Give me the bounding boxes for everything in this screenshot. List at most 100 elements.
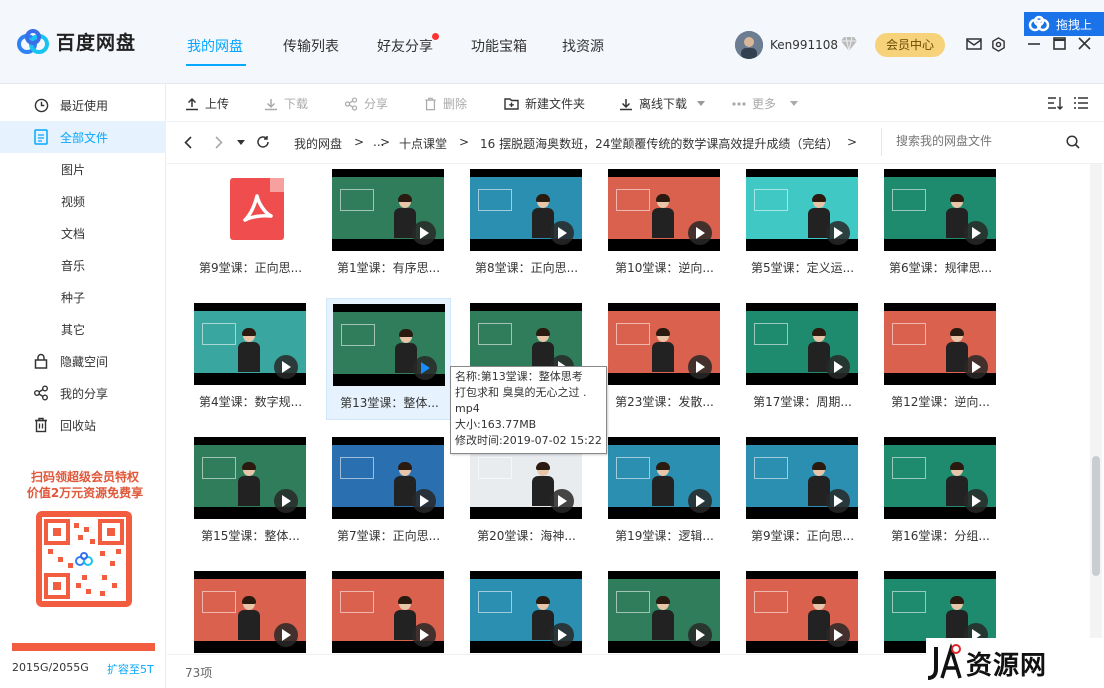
breadcrumb-current[interactable]: 16 摆脱题海奥数班，24堂颠覆传统的数学课高效提升成绩（完结） [480,135,838,152]
play-icon[interactable] [274,489,298,513]
file-item[interactable]: 第1堂课：有序思... [326,164,451,286]
sidebar-item-videos[interactable]: 视频 [0,185,166,217]
file-item[interactable] [464,566,589,654]
play-icon[interactable] [550,221,574,245]
file-item[interactable]: 第8堂课：正向思... [464,164,589,286]
play-icon[interactable] [688,355,712,379]
sidebar-item-other[interactable]: 其它 [0,313,166,345]
file-item[interactable]: 第19堂课：逻辑... [602,432,727,554]
play-icon[interactable] [688,623,712,647]
share-icon [32,384,50,402]
offline-download-button[interactable]: 离线下载 [619,95,706,112]
sidebar-item-recent[interactable]: 最近使用 [0,89,166,121]
video-thumbnail [333,304,445,386]
file-item[interactable]: 第16堂课：分组... [878,432,1003,554]
file-item[interactable] [326,566,451,654]
file-name: 第20堂课：海神... [477,529,576,543]
delete-button[interactable]: 删除 [424,95,467,112]
forward-arrow-icon[interactable] [215,136,223,149]
sidebar-item-my-share[interactable]: 我的分享 [0,377,166,409]
file-item[interactable]: 第13堂课：整体... [326,298,451,420]
baidu-netdisk-logo-icon [17,28,49,54]
history-dropdown-icon[interactable] [237,140,245,146]
sidebar-item-hidden-space[interactable]: 隐藏空间 [0,345,166,377]
sidebar-item-recycle-bin[interactable]: 回收站 [0,409,166,441]
file-item[interactable]: 第7堂课：正向思... [326,432,451,554]
play-icon[interactable] [274,355,298,379]
sidebar-item-torrents[interactable]: 种子 [0,281,166,313]
refresh-icon[interactable] [256,135,270,149]
more-button[interactable]: 更多 [732,95,799,112]
play-icon[interactable] [274,623,298,647]
promo-qr-code[interactable] [36,511,132,607]
tab-transfer-list[interactable]: 传输列表 [283,36,339,56]
search-icon[interactable] [1066,135,1080,149]
sidebar-item-docs[interactable]: 文档 [0,217,166,249]
file-item[interactable]: 第10堂课：逆向... [602,164,727,286]
drag-upload-label: 拖拽上 [1056,17,1093,32]
search-input[interactable] [896,134,1056,148]
new-folder-button[interactable]: 新建文件夹 [504,95,585,112]
download-button[interactable]: 下载 [264,95,308,112]
avatar[interactable] [735,31,763,59]
promo-text[interactable]: 扫码领超级会员特权 价值2万元资源免费享 [20,469,150,501]
play-icon[interactable] [964,221,988,245]
tab-friend-share[interactable]: 好友分享 [377,36,433,56]
breadcrumb-root[interactable]: 我的网盘 [294,135,342,152]
tab-find-resources[interactable]: 找资源 [562,36,604,56]
file-item[interactable] [188,566,313,654]
minimize-icon[interactable] [1027,39,1041,49]
file-item[interactable]: 第9堂课：正向思... [740,432,865,554]
play-icon[interactable] [826,623,850,647]
play-icon[interactable] [826,221,850,245]
play-icon[interactable] [964,355,988,379]
file-item[interactable]: 第9堂课：正向思... [188,164,313,286]
file-item[interactable] [602,566,727,654]
file-item[interactable] [740,566,865,654]
upload-button[interactable]: 上传 [185,95,229,112]
vip-center-button[interactable]: 会员中心 [875,33,945,57]
share-button[interactable]: 分享 [344,95,388,112]
play-icon[interactable] [688,221,712,245]
list-view-icon[interactable] [1074,96,1088,110]
play-icon[interactable] [412,221,436,245]
play-icon[interactable] [550,489,574,513]
play-icon[interactable] [688,489,712,513]
drag-upload-button[interactable]: 拖拽上 [1024,12,1104,36]
close-icon[interactable] [1078,37,1091,50]
username[interactable]: Ken991108 [770,38,838,52]
breadcrumb-folder[interactable]: 十点课堂 [399,135,447,152]
file-item[interactable]: 第6堂课：规律思... [878,164,1003,286]
play-icon[interactable] [826,355,850,379]
diamond-icon[interactable] [840,36,858,52]
tab-toolbox[interactable]: 功能宝箱 [471,36,527,56]
settings-icon[interactable] [991,37,1006,52]
sidebar-item-images[interactable]: 图片 [0,153,166,185]
play-icon[interactable] [826,489,850,513]
play-icon[interactable] [550,623,574,647]
mail-icon[interactable] [966,37,982,51]
scrollbar-thumb[interactable] [1092,456,1100,576]
sort-icon[interactable] [1047,96,1063,110]
scrollbar[interactable] [1090,164,1102,654]
file-item[interactable]: 第5堂课：定义运... [740,164,865,286]
play-icon[interactable] [412,623,436,647]
tab-my-netdisk[interactable]: 我的网盘 [187,36,243,56]
file-item[interactable]: 第4堂课：数字规... [188,298,313,420]
file-item[interactable]: 第15堂课：整体... [188,432,313,554]
file-item[interactable]: 第12堂课：逆向... [878,298,1003,420]
share-label: 分享 [364,97,389,111]
play-icon[interactable] [412,489,436,513]
file-name: 第10堂课：逆向... [615,261,714,275]
file-item[interactable]: 第23堂课：发散... [602,298,727,420]
play-icon[interactable] [413,356,437,380]
play-icon[interactable] [964,489,988,513]
maximize-icon[interactable] [1053,37,1066,50]
sidebar-item-label: 回收站 [60,418,97,433]
expand-storage-link[interactable]: 扩容至5T [107,661,154,677]
file-item[interactable]: 第17堂课：周期... [740,298,865,420]
back-arrow-icon[interactable] [184,136,192,149]
sidebar-item-music[interactable]: 音乐 [0,249,166,281]
sidebar-item-all-files[interactable]: 全部文件 [0,121,166,153]
video-thumbnail [608,571,720,653]
